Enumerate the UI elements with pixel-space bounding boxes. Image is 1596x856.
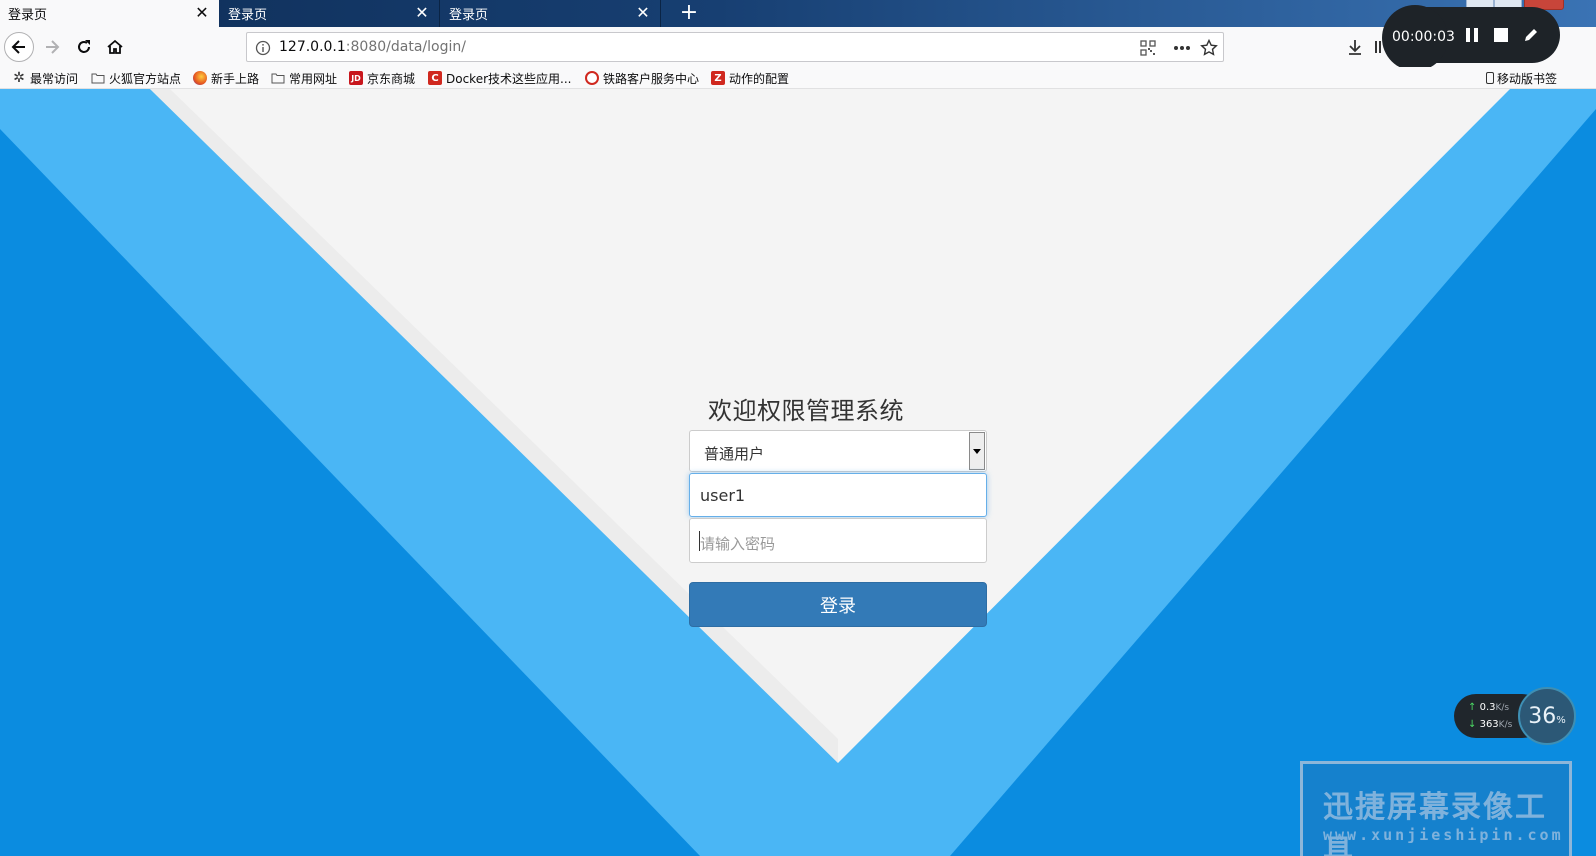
navigation-bar: 127.0.0.1:8080/data/login/: [0, 27, 1596, 67]
reload-icon: [78, 40, 90, 53]
watermark-title: 迅捷屏幕录像工具: [1323, 790, 1547, 856]
home-button[interactable]: [100, 32, 130, 62]
login-button[interactable]: 登录: [689, 582, 987, 627]
folder-icon: [91, 71, 105, 85]
phone-icon: [1486, 72, 1494, 84]
bookmark-label: 京东商城: [367, 71, 416, 86]
download-arrow-icon: ↓: [1468, 719, 1477, 730]
download-icon: [1349, 40, 1361, 55]
close-tab-icon[interactable]: ✕: [634, 4, 652, 22]
download-value: 363: [1479, 719, 1499, 730]
url-text[interactable]: 127.0.0.1:8080/data/login/: [279, 39, 466, 55]
more-actions-icon[interactable]: [1172, 38, 1192, 58]
star-icon[interactable]: [1199, 38, 1219, 58]
password-placeholder: 请输入密码: [700, 535, 776, 553]
mobile-bookmarks[interactable]: 移动版书签: [1486, 69, 1557, 87]
back-button[interactable]: [4, 32, 34, 62]
memory-usage-circle[interactable]: 36%: [1518, 687, 1576, 745]
upload-unit: K/s: [1495, 703, 1510, 713]
bookmark-action-config[interactable]: Z 动作的配置: [711, 69, 789, 87]
url-bar[interactable]: 127.0.0.1:8080/data/login/: [246, 32, 1224, 62]
bookmark-label: 动作的配置: [729, 71, 790, 86]
bookmark-railway[interactable]: 铁路客户服务中心: [585, 69, 699, 87]
bookmark-label: Docker技术这些应用...: [446, 71, 572, 86]
library-icon: [1375, 41, 1381, 53]
bookmark-most-visited[interactable]: ✲ 最常访问: [12, 69, 78, 87]
annotate-button[interactable]: [1521, 25, 1541, 45]
memory-percent: 36: [1528, 703, 1557, 729]
recorder-time: 00:00:03: [1392, 29, 1455, 45]
bookmark-label: 火狐官方站点: [109, 71, 182, 86]
c-icon: C: [428, 71, 442, 85]
bookmark-common-sites[interactable]: 常用网址: [271, 69, 337, 87]
upload-speed: ↑ 0.3K/s: [1468, 702, 1509, 713]
tab-strip: 登录页 ✕ 登录页 ✕ 登录页 ✕ +: [0, 0, 1596, 27]
dropdown-arrow-icon[interactable]: [969, 432, 985, 470]
bookmark-label: 常用网址: [289, 71, 338, 86]
bookmark-label: 铁路客户服务中心: [603, 71, 700, 86]
close-tab-icon[interactable]: ✕: [413, 4, 431, 22]
tab-label: 登录页: [228, 8, 268, 23]
role-select[interactable]: 普通用户: [689, 430, 987, 472]
home-icon: [107, 39, 123, 54]
network-speed-widget: ↑ 0.3K/s ↓ 363K/s 36%: [1454, 687, 1576, 745]
bookmark-label: 新手上路: [211, 71, 260, 86]
bookmark-getting-started[interactable]: 新手上路: [193, 69, 259, 87]
screen: 登录页 ✕ 登录页 ✕ 登录页 ✕ + 127.0.0.1:8080/data/…: [0, 0, 1596, 856]
upload-arrow-icon: ↑: [1468, 702, 1477, 713]
login-page: 欢迎权限管理系统 普通用户 user1 请输入密码 登录 ↑ 0.3K/s ↓ …: [0, 89, 1596, 856]
qr-code-icon[interactable]: [1138, 38, 1158, 58]
folder-icon: [271, 71, 285, 85]
arrow-right-icon: [46, 40, 60, 54]
close-tab-icon[interactable]: ✕: [193, 4, 211, 22]
pencil-icon: [1525, 29, 1537, 41]
download-speed: ↓ 363K/s: [1468, 719, 1512, 730]
reload-button[interactable]: [69, 32, 99, 62]
url-host: 127.0.0.1: [279, 39, 346, 55]
stop-button[interactable]: [1491, 25, 1511, 45]
railway-icon: [585, 71, 599, 85]
username-input[interactable]: user1: [689, 473, 987, 517]
password-input[interactable]: 请输入密码: [689, 518, 987, 563]
tab-label: 登录页: [8, 8, 48, 23]
bookmarks-toolbar: ✲ 最常访问 火狐官方站点 新手上路 常用网址 JD 京东商城 C Docker…: [0, 67, 1596, 89]
bookmark-jd[interactable]: JD 京东商城: [349, 69, 415, 87]
info-icon[interactable]: [253, 38, 273, 58]
tab-2[interactable]: 登录页 ✕: [220, 0, 440, 27]
tab-3[interactable]: 登录页 ✕: [441, 0, 661, 27]
url-path: :8080/data/login/: [345, 39, 466, 55]
mobile-bookmarks-label: 移动版书签: [1497, 71, 1558, 86]
firefox-icon: [193, 71, 207, 85]
jd-icon: JD: [349, 71, 363, 85]
bookmark-docker[interactable]: C Docker技术这些应用...: [428, 69, 571, 87]
screen-recorder-widget: 00:00:03: [1382, 5, 1560, 71]
forward-button[interactable]: [37, 32, 67, 62]
pause-icon: [1466, 28, 1478, 42]
bookmark-label: 最常访问: [30, 71, 79, 86]
downloads-button[interactable]: [1340, 32, 1370, 62]
username-value: user1: [700, 486, 746, 505]
recorder-watermark: 迅捷屏幕录像工具 www.xunjieshipin.com: [1300, 761, 1572, 856]
stop-icon: [1494, 28, 1508, 42]
login-title: 欢迎权限管理系统: [708, 397, 904, 425]
arrow-left-icon: [11, 40, 25, 54]
tab-1[interactable]: 登录页 ✕: [0, 0, 219, 27]
download-unit: K/s: [1498, 720, 1513, 730]
tab-label: 登录页: [449, 8, 489, 23]
percent-unit: %: [1556, 714, 1566, 726]
role-select-value: 普通用户: [704, 445, 765, 463]
new-tab-button[interactable]: +: [676, 0, 702, 27]
bookmark-firefox-site[interactable]: 火狐官方站点: [91, 69, 181, 87]
watermark-url: www.xunjieshipin.com: [1323, 826, 1564, 844]
upload-value: 0.3: [1479, 702, 1496, 713]
pause-button[interactable]: [1462, 25, 1482, 45]
z-icon: Z: [711, 71, 725, 85]
gear-icon: ✲: [13, 70, 25, 86]
